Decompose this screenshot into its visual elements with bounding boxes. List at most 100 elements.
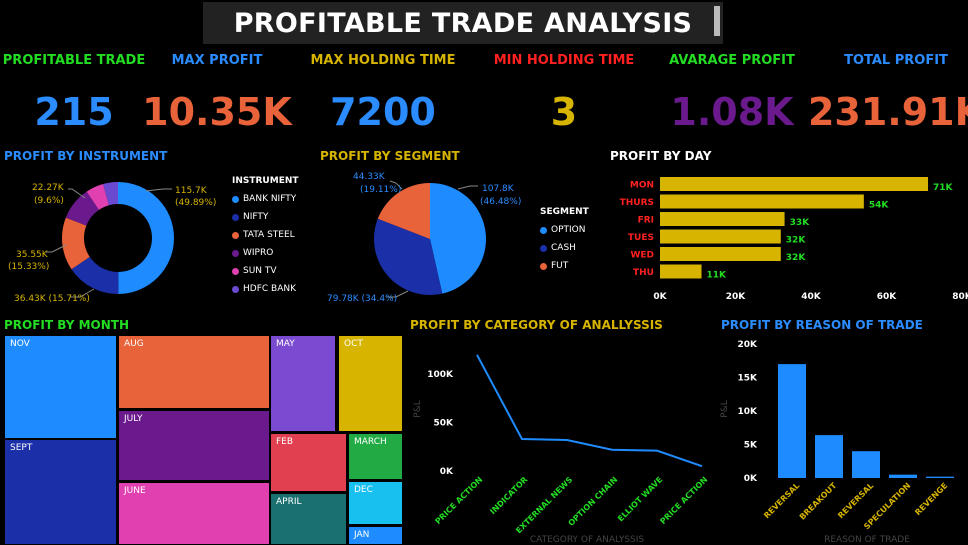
profit-line xyxy=(476,354,703,468)
leader-line xyxy=(145,188,172,192)
treemap-label: JUNE xyxy=(124,486,146,496)
legend-item-wipro[interactable]: WIPRO xyxy=(232,248,299,258)
treemap-label: MARCH xyxy=(354,437,387,447)
day-bar-chart[interactable]: MON 71K THURS 54K FRI 33K TUES 32K WED 32K THU 11K 0… xyxy=(600,165,968,315)
y-tick: 5K xyxy=(744,441,758,451)
legend-item-cash[interactable]: CASH xyxy=(540,243,589,253)
x-axis-label: REASON OF TRADE xyxy=(824,535,910,545)
treemap-label: AUG xyxy=(124,339,144,349)
label-wipro: 22.27K xyxy=(32,183,65,193)
bar-fri xyxy=(660,212,785,226)
reason-bar-chart[interactable]: 0K 5K 10K 15K 20K P&L REVERSALBREAKOUTREVERSAL… xyxy=(715,334,968,545)
segment-title: PROFIT BY SEGMENT xyxy=(320,149,460,163)
treemap-label: OCT xyxy=(344,339,363,349)
legend-dot xyxy=(540,244,547,252)
x-axis-label: CATEGORY OF ANALYSSIS xyxy=(530,535,645,545)
day-label-wed: WED xyxy=(630,251,654,261)
treemap-label: SEPT xyxy=(10,443,33,453)
month-treemap[interactable]: NOV SEPT AUG JULY JUNE MAY OCT FEB MARCH APRIL DEC… xyxy=(4,335,403,545)
legend-dot xyxy=(232,213,239,221)
label-tata-steel-pct: (15.33%) xyxy=(8,262,49,272)
legend-dot xyxy=(540,226,547,234)
treemap-cell-oct[interactable]: OCT xyxy=(338,335,403,432)
category-line-chart[interactable]: 0K50K100KP&LPRICE ACTION INDICATOREXTERNA… xyxy=(405,334,715,545)
x-tick-breakout: BREAKOUT xyxy=(798,481,839,522)
label-tata-steel: 35.55K xyxy=(16,250,49,260)
y-tick: 10K xyxy=(738,407,759,417)
instrument-legend-title: INSTRUMENT xyxy=(232,176,299,186)
x-tick: 20K xyxy=(726,292,747,302)
kpi-value-avarage-profit: 1.08K xyxy=(670,90,794,134)
bar-thu xyxy=(660,264,702,279)
legend-item-fut[interactable]: FUT xyxy=(540,261,589,271)
kpi-value-total-profit: 231.91K xyxy=(807,90,968,134)
treemap-cell-jan[interactable]: JAN xyxy=(348,526,403,545)
label-nifty: 36.43K (15.71%) xyxy=(14,294,90,304)
bar-breakout xyxy=(815,435,843,478)
value-label-tues: 32K xyxy=(786,236,807,246)
title-handle xyxy=(714,6,720,36)
x-tick-revenge: REVENGE xyxy=(913,481,949,517)
treemap-cell-may[interactable]: MAY xyxy=(270,335,336,432)
bar-tues xyxy=(660,229,781,244)
kpi-label-profitable-trade: PROFITABLE TRADE xyxy=(2,53,146,68)
treemap-cell-sept[interactable]: SEPT xyxy=(4,439,117,545)
kpi-label-total-profit: TOTAL PROFIT xyxy=(844,53,948,68)
label-option-pct: (46.48%) xyxy=(480,197,521,207)
treemap-label: FEB xyxy=(276,437,294,447)
legend-item-hdfc-bank[interactable]: HDFC BANK xyxy=(232,284,299,294)
treemap-cell-april[interactable]: APRIL xyxy=(270,493,347,545)
legend-label: BANK NIFTY xyxy=(243,194,297,204)
legend-label: WIPRO xyxy=(243,248,274,258)
treemap-label: MAY xyxy=(276,339,295,349)
treemap-cell-feb[interactable]: FEB xyxy=(270,433,347,492)
kpi-value-max-holding-time: 7200 xyxy=(330,90,436,134)
x-tick-indicator: INDICATOR xyxy=(488,475,529,516)
legend-label: OPTION xyxy=(551,225,586,235)
legend-label: HDFC BANK xyxy=(243,284,296,294)
bar-wed xyxy=(660,247,781,261)
month-title: PROFIT BY MONTH xyxy=(4,318,130,332)
label-option: 107.8K xyxy=(482,184,515,194)
day-title: PROFIT BY DAY xyxy=(610,149,712,163)
bar-reversal xyxy=(778,364,806,478)
bar-mon xyxy=(660,177,929,191)
legend-item-sun-tv[interactable]: SUN TV xyxy=(232,266,299,276)
x-tick-reversal: REVERSAL xyxy=(762,481,801,520)
legend-item-nifty[interactable]: NIFTY xyxy=(232,212,299,222)
legend-label: FUT xyxy=(551,261,569,271)
leader-line xyxy=(457,185,478,190)
legend-dot xyxy=(232,249,239,257)
x-tick-elliot-wave: ELLIOT WAVE xyxy=(616,475,664,523)
treemap-cell-aug[interactable]: AUG xyxy=(118,335,270,409)
treemap-label: JAN xyxy=(354,530,370,540)
label-wipro-pct: (9.6%) xyxy=(34,196,64,206)
bar-speculation xyxy=(889,474,917,478)
label-fut-pct: (19.11%) xyxy=(360,185,401,195)
bar-reversal xyxy=(852,451,880,478)
treemap-cell-dec[interactable]: DEC xyxy=(348,481,403,525)
treemap-cell-march[interactable]: MARCH xyxy=(348,433,403,480)
page-title: PROFITABLE TRADE ANALYSIS xyxy=(233,8,693,39)
legend-item-tata-steel[interactable]: TATA STEEL xyxy=(232,230,299,240)
x-tick: 0K xyxy=(653,292,667,302)
y-tick: 0K xyxy=(440,467,454,477)
x-tick: 40K xyxy=(801,292,822,302)
segment-legend: SEGMENT OPTION CASH FUT xyxy=(540,207,589,271)
bar-revenge xyxy=(926,476,954,478)
treemap-cell-july[interactable]: JULY xyxy=(118,410,270,481)
treemap-label: NOV xyxy=(10,339,30,349)
treemap-label: JULY xyxy=(124,414,143,424)
leader-line xyxy=(68,188,86,199)
treemap-cell-nov[interactable]: NOV xyxy=(4,335,117,439)
label-fut: 44.33K xyxy=(353,172,386,182)
legend-dot xyxy=(232,231,239,239)
treemap-cell-june[interactable]: JUNE xyxy=(118,482,270,545)
value-label-fri: 33K xyxy=(790,218,811,228)
instrument-legend: INSTRUMENT BANK NIFTY NIFTY TATA STEEL WIPR… xyxy=(232,176,299,294)
legend-item-option[interactable]: OPTION xyxy=(540,225,589,235)
legend-item-bank-nifty[interactable]: BANK NIFTY xyxy=(232,194,299,204)
x-tick-reversal: REVERSAL xyxy=(836,481,875,520)
y-axis-label: P&L xyxy=(720,400,730,417)
category-title: PROFIT BY CATEGORY OF ANALLYSSIS xyxy=(410,318,663,332)
